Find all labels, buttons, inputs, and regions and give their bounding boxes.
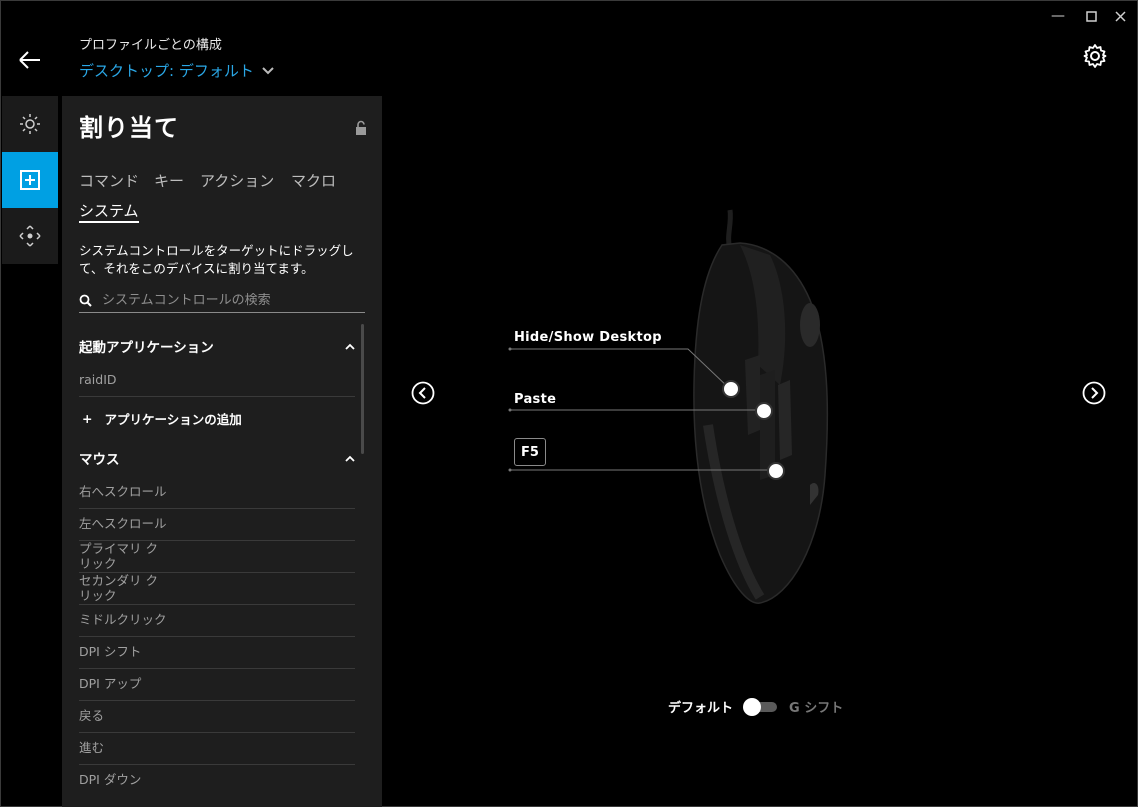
previous-device-button[interactable] — [411, 381, 435, 405]
tab-commands[interactable]: コマンド — [79, 170, 139, 191]
panel-title: 割り当て — [79, 114, 179, 142]
section-title: マウス — [79, 452, 120, 468]
button-dot-g7[interactable] — [722, 380, 740, 398]
plus-icon: + — [82, 411, 93, 426]
minimize-button[interactable]: — — [1048, 6, 1068, 26]
chevron-up-icon — [345, 343, 355, 350]
list-item[interactable]: 戻る — [79, 708, 355, 733]
toggle-left-label: デフォルト — [668, 701, 734, 716]
side-nav — [2, 96, 58, 264]
assignment-label-paste[interactable]: Paste — [514, 392, 556, 407]
search-input[interactable] — [102, 292, 352, 308]
lock-icon[interactable] — [354, 120, 368, 136]
scrollbar[interactable] — [361, 324, 364, 454]
nav-lighting[interactable] — [2, 96, 58, 152]
list-item[interactable]: 進む — [79, 740, 355, 765]
list-item[interactable]: raidID — [79, 372, 355, 397]
close-icon — [1114, 10, 1126, 22]
search-bar — [79, 288, 365, 313]
add-application-label: アプリケーションの追加 — [104, 412, 242, 427]
chevron-left-circle-icon — [411, 381, 435, 405]
toggle-knob — [743, 697, 762, 716]
assign-icon — [20, 170, 40, 190]
list-item[interactable]: セカンダリ ク リック — [79, 573, 355, 605]
lighting-icon — [20, 114, 40, 134]
settings-button[interactable] — [1082, 43, 1108, 69]
assignment-key-f5[interactable]: F5 — [514, 438, 546, 466]
list-item[interactable]: DPI シフト — [79, 644, 355, 669]
maximize-button[interactable] — [1081, 6, 1101, 26]
list-item[interactable]: プライマリ ク リック — [79, 541, 355, 573]
section-title: 起動アプリケーション — [79, 340, 214, 356]
button-dot-g8[interactable] — [755, 402, 773, 420]
active-tab-indicator — [79, 221, 139, 223]
section-mouse[interactable]: マウス — [79, 448, 355, 468]
list-item[interactable]: 右へスクロール — [79, 484, 355, 509]
chevron-right-circle-icon — [1082, 381, 1106, 405]
gear-icon — [1083, 44, 1107, 68]
list-item[interactable]: ミドルクリック — [79, 612, 355, 637]
search-icon — [79, 294, 92, 307]
next-device-button[interactable] — [1082, 381, 1106, 405]
tab-keys[interactable]: キー — [154, 170, 184, 191]
gshift-toggle[interactable] — [743, 697, 779, 716]
add-application-button[interactable]: + アプリケーションの追加 — [82, 409, 242, 428]
list-item[interactable]: DPI アップ — [79, 676, 355, 701]
nav-assignments[interactable] — [2, 152, 58, 208]
list-item[interactable]: DPI ダウン — [79, 772, 355, 796]
assignment-label-hide-show-desktop[interactable]: Hide/Show Desktop — [514, 330, 662, 345]
tab-system[interactable]: システム — [79, 200, 139, 221]
maximize-icon — [1085, 10, 1097, 22]
close-button[interactable] — [1110, 6, 1130, 26]
profile-name: デスクトップ: デフォルト — [79, 62, 254, 80]
section-launch-apps[interactable]: 起動アプリケーション — [79, 336, 355, 356]
profile-selector[interactable]: デスクトップ: デフォルト — [79, 60, 274, 81]
assignment-panel: 割り当て コマンド キー アクション マクロ システム システムコントロールをタ… — [62, 96, 382, 807]
chevron-down-icon — [262, 66, 274, 74]
back-arrow-icon — [19, 51, 40, 69]
nav-dpi[interactable] — [2, 208, 58, 264]
tab-macros[interactable]: マクロ — [291, 170, 336, 191]
shift-toggle-row: デフォルト G シフト — [668, 697, 843, 716]
assignment-connectors — [508, 347, 774, 472]
back-button[interactable] — [16, 46, 44, 74]
chevron-up-icon — [345, 455, 355, 462]
tab-actions[interactable]: アクション — [200, 170, 274, 191]
page-subtitle: プロファイルごとの構成 — [79, 38, 222, 53]
panel-description: システムコントロールをターゲットにドラッグして、それをこのデバイスに割り当てます… — [79, 243, 354, 276]
list-item[interactable]: 左へスクロール — [79, 516, 355, 541]
dpi-icon — [19, 225, 41, 247]
button-dot-g9[interactable] — [767, 462, 785, 480]
toggle-right-label: G シフト — [789, 701, 844, 716]
